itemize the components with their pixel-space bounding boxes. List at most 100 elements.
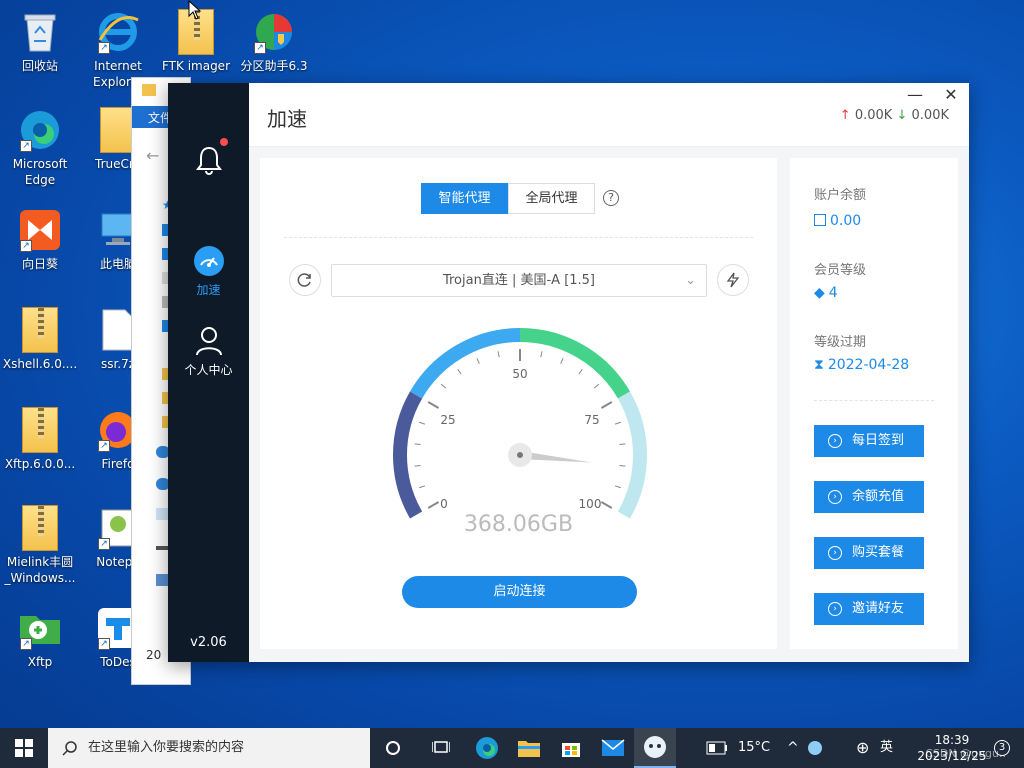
gauge-arc-segment [617, 391, 647, 519]
store-icon [562, 743, 580, 757]
sidebar-item-accelerate[interactable]: 加速 [168, 245, 249, 298]
daily-checkin-button[interactable]: › 每日签到 [814, 425, 924, 457]
sidebar-item-label: 个人中心 [184, 363, 233, 377]
app-header: 加速 — ✕ ↑ 0.00K ↓ 0.00K [249, 83, 969, 147]
taskbar-store[interactable] [550, 728, 592, 768]
desktop-icon-label: FTK imager [161, 59, 230, 73]
gauge-arc-segment [519, 328, 630, 399]
clock-time: 18:39 [934, 733, 970, 747]
desktop-icon-microsoft-edge[interactable]: ↗ Microsoft Edge [2, 106, 78, 188]
diamond-icon: ◆ [814, 285, 825, 301]
battery-icon[interactable] [706, 728, 728, 768]
refresh-button[interactable] [289, 264, 321, 296]
mouse-cursor-icon [188, 0, 202, 20]
gauge-tick-mark [578, 368, 583, 375]
desktop-icon-sunlogin[interactable]: ↗ 向日葵 [2, 206, 78, 272]
desktop-icon-xftp[interactable]: ↗ Xftp [2, 604, 78, 670]
taskbar-multitask-button[interactable] [420, 728, 462, 768]
desktop-icon-label: Xftp [27, 655, 53, 669]
member-level-label: 会员等级 [814, 263, 867, 278]
button-label: 购买套餐 [852, 545, 905, 560]
circle-icon [386, 741, 400, 755]
weather-temperature[interactable]: 15°C [738, 728, 770, 768]
gauge-tick-0: 0 [440, 497, 448, 511]
user-icon [193, 325, 225, 357]
gauge-tick-mark [619, 443, 626, 446]
balance-value: 0.00 [830, 213, 862, 229]
sidebar-item-profile[interactable]: 个人中心 [168, 325, 249, 378]
help-icon[interactable]: ? [603, 190, 619, 206]
taskbar-vpn-app[interactable] [634, 728, 676, 768]
expiry-label: 等级过期 [814, 335, 867, 350]
folder-icon [142, 84, 156, 96]
shortcut-arrow-icon: ↗ [98, 638, 110, 650]
desktop-icon-label: Xftp.6.0.0... [4, 457, 76, 471]
desktop-icon-label: Microsoft Edge [12, 157, 68, 187]
task-view-button[interactable] [372, 728, 414, 768]
input-method-indicator[interactable]: 英 [880, 728, 893, 768]
recharge-button[interactable]: › 余额充值 [814, 481, 924, 513]
gauge-tick-mark [427, 501, 440, 509]
chevron-down-icon: ⌄ [685, 273, 696, 288]
desktop-icon-xshell[interactable]: Xshell.6.0.... [2, 306, 78, 372]
tab-global-proxy[interactable]: 全局代理 [508, 183, 595, 214]
proxy-mode-tabs: 智能代理 全局代理 [421, 183, 595, 214]
shortcut-arrow-icon: ↗ [20, 638, 32, 650]
globe-icon[interactable]: ⊕ [856, 728, 869, 768]
watermark: CSDN @gugu.. [925, 747, 1006, 760]
start-button[interactable] [0, 728, 48, 768]
gauge-tick-mark [414, 464, 421, 467]
partition-assistant-icon: ↗ [250, 8, 298, 56]
invite-friends-button[interactable]: › 邀请好友 [814, 593, 924, 625]
button-label: 邀请好友 [852, 601, 905, 616]
desktop-icon-label: 分区助手6.3 [240, 59, 308, 73]
tray-app-icon[interactable] [808, 728, 822, 768]
gauge-tick-mark [619, 464, 626, 467]
upload-speed: 0.00K [854, 108, 893, 123]
version-label: v2.06 [190, 635, 227, 650]
traffic-remaining: 368.06GB [463, 512, 574, 537]
buy-plan-button[interactable]: › 购买套餐 [814, 537, 924, 569]
speed-test-button[interactable] [717, 264, 749, 296]
gauge-tick-mark [476, 357, 480, 364]
chevron-circle-icon: › [828, 546, 842, 560]
sunlogin-icon: ↗ [16, 206, 64, 254]
minimize-button[interactable]: — [905, 85, 925, 104]
gauge-tick-mark [600, 401, 613, 409]
zip-folder-icon [16, 504, 64, 552]
chevron-up-icon[interactable]: ^ [787, 728, 799, 768]
taskbar-edge[interactable] [466, 728, 508, 768]
taskbar-mail[interactable] [592, 728, 634, 768]
close-button[interactable]: ✕ [941, 85, 961, 104]
node-select-value: Trojan直连 | 美国-A [1.5] [442, 273, 596, 288]
bell-icon[interactable] [196, 145, 222, 175]
balance-value-row: 0.00 [814, 213, 861, 229]
gauge-tick-50: 50 [512, 367, 527, 381]
gauge-tick-mark [440, 383, 447, 389]
desktop-icon-recycle-bin[interactable]: 回收站 [2, 8, 78, 74]
xftp-icon: ↗ [16, 604, 64, 652]
taskbar-search-box[interactable]: 在这里输入你要搜索的内容 [48, 728, 370, 768]
hourglass-icon: ⧗ [814, 357, 824, 373]
taskbar-file-explorer[interactable] [508, 728, 550, 768]
gauge-arc-segment [393, 391, 423, 519]
edge-icon: ↗ [16, 106, 64, 154]
upload-arrow-icon: ↑ [839, 108, 851, 123]
tab-smart-proxy[interactable]: 智能代理 [421, 183, 508, 214]
mail-icon [601, 739, 625, 756]
node-select[interactable]: Trojan直连 | 美国-A [1.5] ⌄ [331, 264, 707, 297]
chevron-circle-icon: › [828, 434, 842, 448]
desktop-icon-label: Xshell.6.0.... [2, 357, 78, 371]
desktop-icon-xftp-zip[interactable]: Xftp.6.0.0... [2, 406, 78, 472]
member-level-row: ◆ 4 [814, 285, 838, 301]
desktop-icon-mielink[interactable]: Mielink丰圆_Windows... [2, 504, 78, 586]
back-arrow-icon[interactable]: ← [146, 146, 159, 165]
zip-folder-icon [16, 406, 64, 454]
connect-button[interactable]: 启动连接 [402, 576, 637, 608]
expiry-value: 2022-04-28 [827, 357, 910, 373]
traffic-gauge: 0 25 50 75 100 [393, 328, 647, 519]
desktop-icon-label: Mielink丰圆_Windows... [4, 555, 76, 585]
desktop-icon-partition-assistant[interactable]: ↗ 分区助手6.3 [236, 8, 312, 74]
lightning-icon [726, 272, 740, 288]
download-arrow-icon: ↓ [896, 108, 908, 123]
